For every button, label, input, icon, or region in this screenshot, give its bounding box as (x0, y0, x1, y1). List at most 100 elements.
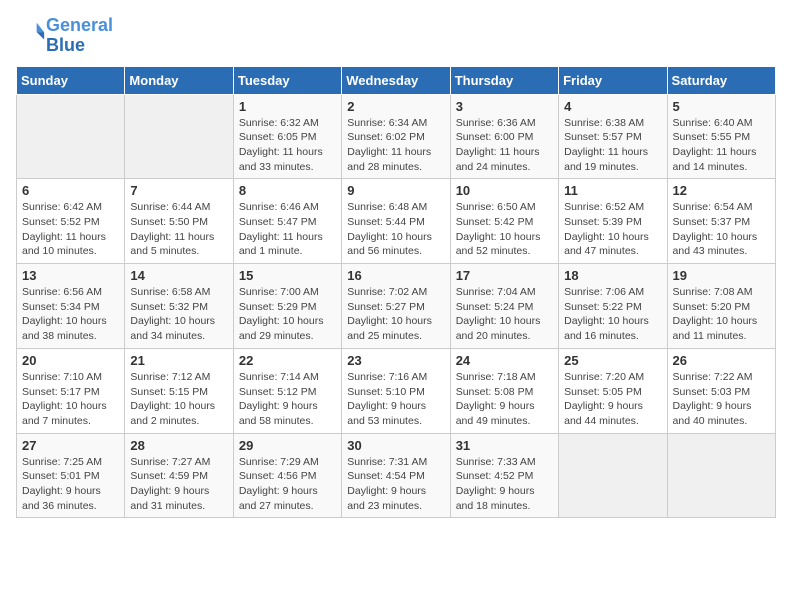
day-info: Sunrise: 7:25 AM Sunset: 5:01 PM Dayligh… (22, 455, 119, 514)
day-number: 6 (22, 183, 119, 198)
calendar-week-5: 27 Sunrise: 7:25 AM Sunset: 5:01 PM Dayli… (17, 433, 776, 518)
day-info: Sunrise: 7:33 AM Sunset: 4:52 PM Dayligh… (456, 455, 553, 514)
calendar-cell: 20 Sunrise: 7:10 AM Sunset: 5:17 PM Dayli… (17, 348, 125, 433)
day-info: Sunrise: 6:34 AM Sunset: 6:02 PM Dayligh… (347, 116, 444, 175)
day-info: Sunrise: 6:52 AM Sunset: 5:39 PM Dayligh… (564, 200, 661, 259)
logo-icon (18, 19, 46, 47)
header-saturday: Saturday (667, 66, 775, 94)
calendar-cell: 30 Sunrise: 7:31 AM Sunset: 4:54 PM Dayli… (342, 433, 450, 518)
calendar-cell: 26Sunrise: 7:22 AM Sunset: 5:03 PM Dayli… (667, 348, 775, 433)
day-number: 26 (673, 353, 770, 368)
day-number: 21 (130, 353, 227, 368)
day-info: Sunrise: 6:50 AM Sunset: 5:42 PM Dayligh… (456, 200, 553, 259)
calendar-cell: 21 Sunrise: 7:12 AM Sunset: 5:15 PM Dayli… (125, 348, 233, 433)
day-number: 31 (456, 438, 553, 453)
day-info: Sunrise: 6:32 AM Sunset: 6:05 PM Dayligh… (239, 116, 336, 175)
day-info: Sunrise: 6:44 AM Sunset: 5:50 PM Dayligh… (130, 200, 227, 259)
calendar-cell: 31 Sunrise: 7:33 AM Sunset: 4:52 PM Dayli… (450, 433, 558, 518)
calendar-week-2: 6 Sunrise: 6:42 AM Sunset: 5:52 PM Daylig… (17, 179, 776, 264)
calendar-cell: 4 Sunrise: 6:38 AM Sunset: 5:57 PM Daylig… (559, 94, 667, 179)
day-info: Sunrise: 6:48 AM Sunset: 5:44 PM Dayligh… (347, 200, 444, 259)
logo: General Blue (16, 16, 113, 56)
calendar-cell: 8Sunrise: 6:46 AM Sunset: 5:47 PM Daylig… (233, 179, 341, 264)
day-info: Sunrise: 7:27 AM Sunset: 4:59 PM Dayligh… (130, 455, 227, 514)
header-tuesday: Tuesday (233, 66, 341, 94)
calendar-cell: 14 Sunrise: 6:58 AM Sunset: 5:32 PM Dayli… (125, 264, 233, 349)
header-thursday: Thursday (450, 66, 558, 94)
page-header: General Blue (16, 16, 776, 56)
day-number: 4 (564, 99, 661, 114)
day-info: Sunrise: 6:36 AM Sunset: 6:00 PM Dayligh… (456, 116, 553, 175)
day-number: 10 (456, 183, 553, 198)
calendar-cell (17, 94, 125, 179)
day-info: Sunrise: 7:12 AM Sunset: 5:15 PM Dayligh… (130, 370, 227, 429)
day-info: Sunrise: 7:00 AM Sunset: 5:29 PM Dayligh… (239, 285, 336, 344)
day-number: 13 (22, 268, 119, 283)
day-info: Sunrise: 7:29 AM Sunset: 4:56 PM Dayligh… (239, 455, 336, 514)
day-number: 2 (347, 99, 444, 114)
day-number: 3 (456, 99, 553, 114)
day-info: Sunrise: 6:46 AM Sunset: 5:47 PM Dayligh… (239, 200, 336, 259)
day-number: 12 (673, 183, 770, 198)
day-number: 11 (564, 183, 661, 198)
header-wednesday: Wednesday (342, 66, 450, 94)
calendar-cell: 9 Sunrise: 6:48 AM Sunset: 5:44 PM Daylig… (342, 179, 450, 264)
calendar-cell: 29 Sunrise: 7:29 AM Sunset: 4:56 PM Dayli… (233, 433, 341, 518)
day-info: Sunrise: 6:56 AM Sunset: 5:34 PM Dayligh… (22, 285, 119, 344)
calendar-cell: 3 Sunrise: 6:36 AM Sunset: 6:00 PM Daylig… (450, 94, 558, 179)
day-number: 17 (456, 268, 553, 283)
day-info: Sunrise: 7:14 AM Sunset: 5:12 PM Dayligh… (239, 370, 336, 429)
calendar-cell: 5 Sunrise: 6:40 AM Sunset: 5:55 PM Daylig… (667, 94, 775, 179)
calendar-cell: 27 Sunrise: 7:25 AM Sunset: 5:01 PM Dayli… (17, 433, 125, 518)
header-monday: Monday (125, 66, 233, 94)
calendar-cell: 6 Sunrise: 6:42 AM Sunset: 5:52 PM Daylig… (17, 179, 125, 264)
day-info: Sunrise: 7:06 AM Sunset: 5:22 PM Dayligh… (564, 285, 661, 344)
calendar-cell: 24 Sunrise: 7:18 AM Sunset: 5:08 PM Dayli… (450, 348, 558, 433)
calendar-cell: 11 Sunrise: 6:52 AM Sunset: 5:39 PM Dayli… (559, 179, 667, 264)
day-info: Sunrise: 7:10 AM Sunset: 5:17 PM Dayligh… (22, 370, 119, 429)
calendar-week-1: 1Sunrise: 6:32 AM Sunset: 6:05 PM Daylig… (17, 94, 776, 179)
day-number: 24 (456, 353, 553, 368)
calendar-cell (559, 433, 667, 518)
day-number: 27 (22, 438, 119, 453)
day-number: 28 (130, 438, 227, 453)
calendar-table: SundayMondayTuesdayWednesdayThursdayFrid… (16, 66, 776, 519)
header-sunday: Sunday (17, 66, 125, 94)
day-info: Sunrise: 6:38 AM Sunset: 5:57 PM Dayligh… (564, 116, 661, 175)
calendar-cell: 13 Sunrise: 6:56 AM Sunset: 5:34 PM Dayli… (17, 264, 125, 349)
day-number: 5 (673, 99, 770, 114)
calendar-cell: 15 Sunrise: 7:00 AM Sunset: 5:29 PM Dayli… (233, 264, 341, 349)
calendar-cell: 1Sunrise: 6:32 AM Sunset: 6:05 PM Daylig… (233, 94, 341, 179)
day-number: 15 (239, 268, 336, 283)
day-number: 7 (130, 183, 227, 198)
logo-text: General Blue (46, 16, 113, 56)
day-info: Sunrise: 7:04 AM Sunset: 5:24 PM Dayligh… (456, 285, 553, 344)
calendar-cell: 28 Sunrise: 7:27 AM Sunset: 4:59 PM Dayli… (125, 433, 233, 518)
calendar-cell (667, 433, 775, 518)
day-number: 23 (347, 353, 444, 368)
calendar-cell: 17 Sunrise: 7:04 AM Sunset: 5:24 PM Dayli… (450, 264, 558, 349)
calendar-cell: 10 Sunrise: 6:50 AM Sunset: 5:42 PM Dayli… (450, 179, 558, 264)
day-number: 25 (564, 353, 661, 368)
day-info: Sunrise: 6:42 AM Sunset: 5:52 PM Dayligh… (22, 200, 119, 259)
day-number: 16 (347, 268, 444, 283)
day-info: Sunrise: 6:58 AM Sunset: 5:32 PM Dayligh… (130, 285, 227, 344)
day-number: 9 (347, 183, 444, 198)
day-number: 18 (564, 268, 661, 283)
day-info: Sunrise: 7:16 AM Sunset: 5:10 PM Dayligh… (347, 370, 444, 429)
calendar-cell: 25 Sunrise: 7:20 AM Sunset: 5:05 PM Dayli… (559, 348, 667, 433)
calendar-cell: 2 Sunrise: 6:34 AM Sunset: 6:02 PM Daylig… (342, 94, 450, 179)
day-number: 22 (239, 353, 336, 368)
day-info: Sunrise: 7:20 AM Sunset: 5:05 PM Dayligh… (564, 370, 661, 429)
day-info: Sunrise: 6:40 AM Sunset: 5:55 PM Dayligh… (673, 116, 770, 175)
day-number: 29 (239, 438, 336, 453)
day-info: Sunrise: 7:18 AM Sunset: 5:08 PM Dayligh… (456, 370, 553, 429)
day-info: Sunrise: 7:31 AM Sunset: 4:54 PM Dayligh… (347, 455, 444, 514)
day-number: 14 (130, 268, 227, 283)
day-number: 30 (347, 438, 444, 453)
calendar-header-row: SundayMondayTuesdayWednesdayThursdayFrid… (17, 66, 776, 94)
day-number: 20 (22, 353, 119, 368)
header-friday: Friday (559, 66, 667, 94)
calendar-cell: 7 Sunrise: 6:44 AM Sunset: 5:50 PM Daylig… (125, 179, 233, 264)
day-number: 19 (673, 268, 770, 283)
